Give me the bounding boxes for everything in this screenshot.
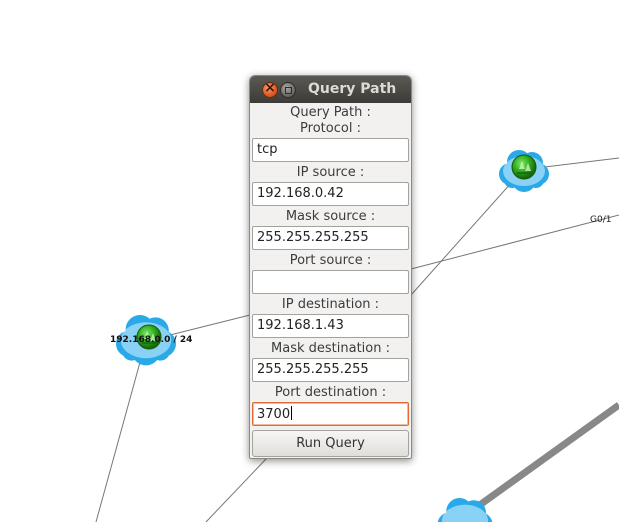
- run-query-button[interactable]: Run Query: [252, 430, 409, 457]
- port-destination-value: 3700: [257, 407, 291, 422]
- link-label: G0/1: [590, 215, 612, 225]
- ip-source-label: IP source :: [296, 165, 365, 180]
- link-line: [410, 214, 619, 270]
- port-destination-input[interactable]: 3700: [252, 402, 409, 426]
- ip-source-input[interactable]: 192.168.0.42: [252, 182, 409, 206]
- dialog-titlebar[interactable]: Query Path: [250, 76, 411, 103]
- link-line: [410, 181, 513, 296]
- query-path-dialog: Query Path Query Path : Protocol : tcp I…: [249, 75, 412, 459]
- thick-link-line: [467, 402, 619, 515]
- protocol-input[interactable]: tcp: [252, 138, 409, 162]
- port-source-label: Port source :: [289, 253, 372, 268]
- router-icon[interactable]: [511, 154, 537, 180]
- link-line: [95, 354, 143, 522]
- node-label: 192.168.0.0 / 24: [110, 335, 193, 345]
- port-destination-label: Port destination :: [274, 385, 387, 400]
- port-source-input[interactable]: [252, 270, 409, 294]
- mask-source-input[interactable]: 255.255.255.255: [252, 226, 409, 250]
- protocol-label: Protocol :: [300, 121, 361, 136]
- text-caret: [291, 406, 293, 420]
- dialog-title: Query Path: [308, 81, 397, 97]
- mask-destination-input[interactable]: 255.255.255.255: [252, 358, 409, 382]
- dialog-heading: Query Path :: [290, 105, 371, 120]
- ip-destination-input[interactable]: 192.168.1.43: [252, 314, 409, 338]
- ip-destination-label: IP destination :: [281, 297, 380, 312]
- mask-source-label: Mask source :: [285, 209, 376, 224]
- mask-destination-label: Mask destination :: [271, 341, 390, 356]
- link-line: [205, 458, 267, 522]
